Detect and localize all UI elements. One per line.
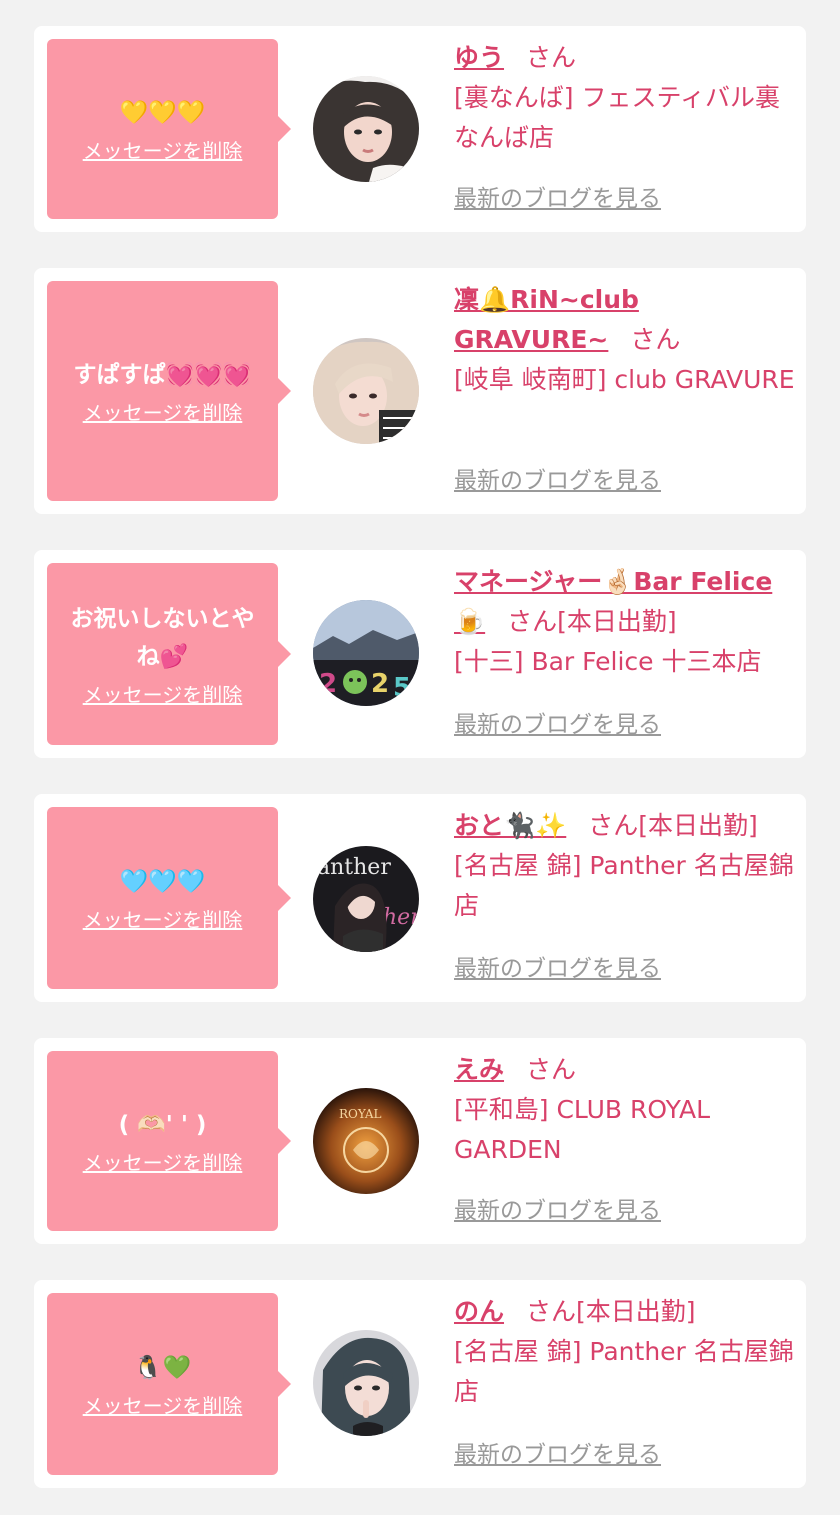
cast-name-line: えみ さん [454,1050,799,1090]
store-name: [名古屋 錦] Panther 名古屋錦店 [454,851,794,920]
latest-blog-link[interactable]: 最新のブログを見る [454,710,661,740]
cast-avatar[interactable] [313,338,419,444]
message-bubble: 💛💛💛 メッセージを削除 [47,39,291,219]
cast-name-link[interactable]: えみ [454,1055,504,1084]
cast-card: お祝いしないとやね💕 メッセージを削除 2 2 5 マネージャー🤞🏻Bar Fe… [34,550,806,758]
honorific: さん [588,811,639,840]
favorite-cast-list: 💛💛💛 メッセージを削除 ゆうさん [裏なんば] フェスティバル裏なんば店 最 [0,0,840,1515]
cast-avatar[interactable] [313,1330,419,1436]
svg-text:5: 5 [393,673,411,703]
latest-blog-link[interactable]: 最新のブログを見る [454,184,661,214]
cast-name-line: ゆう さん [454,38,799,78]
cast-info: ゆう さん [裏なんば] フェスティバル裏なんば店 [454,38,799,158]
honorific: さん [526,1297,577,1326]
svg-text:hen: hen [383,905,419,930]
cast-avatar[interactable]: 2 2 5 [313,600,419,706]
message-bubble: 🐧💚 メッセージを削除 [47,1293,291,1475]
cast-name-link[interactable]: おと🐈‍⬛✨ [454,811,566,840]
girl-portrait-icon [313,76,419,182]
cast-info: マネージャー🤞🏻Bar Felice 🍺 さん[本日出勤] [十三] Bar Fe… [454,562,799,682]
cast-name-line: 凜🔔RiN~club GRAVURE~ さん [454,280,799,360]
latest-blog-link[interactable]: 最新のブログを見る [454,1440,661,1470]
latest-blog-link[interactable]: 最新のブログを見る [454,954,661,984]
cast-avatar[interactable]: anther hen [313,846,419,952]
store-name: [裏なんば] フェスティバル裏なんば店 [454,83,780,152]
dark-hair-girl-icon [313,1330,419,1436]
message-text: ( 🫶🏻' ' ) [118,1112,207,1138]
cast-avatar[interactable]: ROYAL [313,1088,419,1194]
cast-info: のん さん[本日出勤] [名古屋 錦] Panther 名古屋錦店 [454,1292,799,1412]
cast-info: 凜🔔RiN~club GRAVURE~ さん [岐阜 岐南町] club GRAV… [454,280,799,400]
cast-name-link[interactable]: 凜🔔RiN~club GRAVURE~ [454,285,639,354]
cast-card: 🐧💚 メッセージを削除 のん さん[本日出勤] [名古屋 錦] Panther 名… [34,1280,806,1488]
svg-text:anther: anther [317,855,391,880]
cast-card: 🩵🩵🩵 メッセージを削除 anther hen おと🐈‍⬛✨ さん[本日出勤] [… [34,794,806,1002]
cast-info: おと🐈‍⬛✨ さん[本日出勤] [名古屋 錦] Panther 名古屋錦店 [454,806,799,926]
delete-message-link[interactable]: メッセージを削除 [83,1150,243,1176]
on-duty-badge: [本日出勤] [638,811,758,840]
svg-text:2: 2 [319,669,337,699]
delete-message-link[interactable]: メッセージを削除 [83,138,243,164]
message-bubble: 🩵🩵🩵 メッセージを削除 [47,807,291,989]
message-bubble: お祝いしないとやね💕 メッセージを削除 [47,563,291,745]
honorific: さん [526,1055,577,1084]
cast-name-line: おと🐈‍⬛✨ さん[本日出勤] [454,806,799,846]
store-name: [平和島] CLUB ROYAL GARDEN [454,1095,711,1164]
cast-name-link[interactable]: ゆう [454,43,504,72]
latest-blog-link[interactable]: 最新のブログを見る [454,466,661,496]
delete-message-link[interactable]: メッセージを削除 [83,682,243,708]
cast-card: ( 🫶🏻' ' ) メッセージを削除 ROYAL えみ さん [平和島] CLU… [34,1038,806,1244]
cast-name-line: のん さん[本日出勤] [454,1292,799,1332]
honorific: さん [630,325,681,354]
store-name: [名古屋 錦] Panther 名古屋錦店 [454,1337,794,1406]
on-duty-badge: [本日出勤] [557,607,677,636]
store-name: [十三] Bar Felice 十三本店 [454,647,762,676]
cast-info: えみ さん [平和島] CLUB ROYAL GARDEN [454,1050,799,1170]
cast-name-link[interactable]: のん [454,1297,504,1326]
message-text: お祝いしないとやね💕 [70,606,255,670]
delete-message-link[interactable]: メッセージを削除 [83,1393,243,1419]
honorific: さん [507,607,558,636]
panther-cast-icon: anther hen [313,846,419,952]
message-text: すぱすぱ💓💓💓 [73,362,252,388]
new-year-2025-icon: 2 2 5 [313,600,419,706]
cast-card: すぱすぱ💓💓💓 メッセージを削除 凜🔔RiN~club GRAVURE~ さん [… [34,268,806,514]
cast-avatar[interactable] [313,76,419,182]
delete-message-link[interactable]: メッセージを削除 [83,400,243,426]
latest-blog-link[interactable]: 最新のブログを見る [454,1196,661,1226]
royal-garden-logo-icon: ROYAL [313,1088,419,1194]
honorific: さん [526,43,577,72]
message-text: 🩵🩵🩵 [119,869,206,895]
svg-text:2: 2 [371,669,389,699]
cast-name-line: マネージャー🤞🏻Bar Felice 🍺 さん[本日出勤] [454,562,799,642]
store-name: [岐阜 岐南町] club GRAVURE [454,365,795,394]
on-duty-badge: [本日出勤] [576,1297,696,1326]
message-bubble: すぱすぱ💓💓💓 メッセージを削除 [47,281,291,501]
message-bubble: ( 🫶🏻' ' ) メッセージを削除 [47,1051,291,1231]
message-text: 💛💛💛 [119,100,206,126]
message-text: 🐧💚 [133,1355,192,1381]
svg-text:ROYAL: ROYAL [339,1107,382,1121]
cast-card: 💛💛💛 メッセージを削除 ゆうさん [裏なんば] フェスティバル裏なんば店 最 [34,26,806,232]
blonde-girl-portrait-icon [313,338,419,444]
delete-message-link[interactable]: メッセージを削除 [83,907,243,933]
